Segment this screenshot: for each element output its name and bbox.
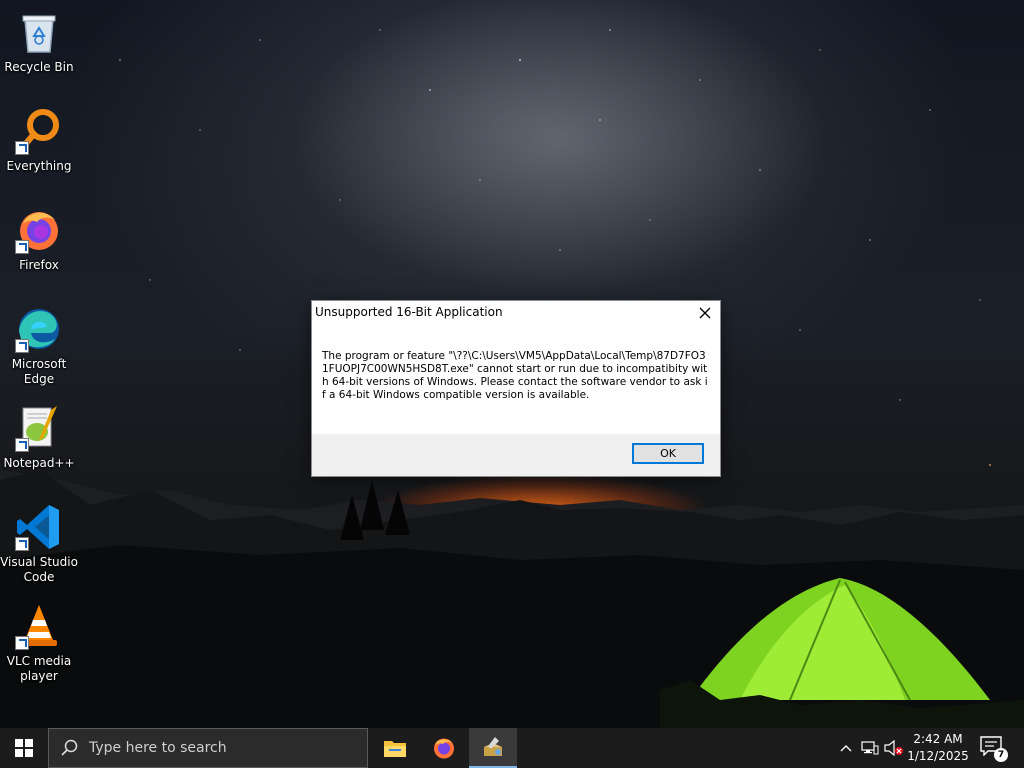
shortcut-arrow-icon bbox=[15, 339, 29, 353]
close-icon bbox=[699, 307, 711, 319]
dialog-title: Unsupported 16-Bit Application bbox=[315, 305, 503, 319]
firefox-icon bbox=[434, 738, 454, 759]
desktop-icon-notepadpp[interactable]: Notepad++ bbox=[0, 404, 78, 471]
desktop-icon-label: Microsoft Edge bbox=[11, 357, 67, 386]
dialog-close-button[interactable] bbox=[690, 301, 720, 325]
desktop-icon-label: Firefox bbox=[19, 258, 59, 272]
taskbar-search-box[interactable]: Type here to search bbox=[48, 728, 368, 768]
taskbar-installer-app[interactable] bbox=[469, 728, 517, 768]
chevron-up-icon bbox=[840, 745, 852, 752]
shortcut-arrow-icon bbox=[15, 438, 29, 452]
desktop-icon-firefox[interactable]: Firefox bbox=[0, 206, 78, 273]
installer-icon bbox=[484, 737, 502, 756]
windows-logo-icon bbox=[15, 739, 33, 757]
shortcut-arrow-icon bbox=[15, 240, 29, 254]
desktop-icon-label: VLC media player bbox=[6, 654, 72, 683]
ok-button[interactable]: OK bbox=[632, 443, 704, 464]
taskbar: Type here to search 2:42 AM 1/12/2025 7 bbox=[0, 728, 1024, 768]
desktop-icon-label: Notepad++ bbox=[3, 456, 75, 470]
file-explorer-icon bbox=[384, 741, 406, 757]
desktop-icon-vlc[interactable]: VLC media player bbox=[0, 602, 78, 684]
shortcut-arrow-icon bbox=[15, 141, 29, 155]
desktop-icon-everything[interactable]: Everything bbox=[0, 107, 78, 174]
desktop-icon-recycle-bin[interactable]: Recycle Bin bbox=[0, 8, 78, 75]
action-center-button[interactable]: 7 bbox=[980, 736, 1008, 762]
dialog-message: The program or feature "\??\C:\Users\VM5… bbox=[322, 350, 708, 401]
desktop-icon-label: Everything bbox=[6, 159, 72, 173]
recycle-bin-icon bbox=[22, 15, 56, 53]
taskbar-file-explorer[interactable] bbox=[371, 728, 419, 768]
clock-time: 2:42 AM bbox=[913, 732, 963, 746]
unsupported-app-dialog: Unsupported 16-Bit Application The progr… bbox=[311, 300, 721, 477]
clock-date: 1/12/2025 bbox=[907, 749, 969, 763]
volume-button[interactable] bbox=[884, 738, 904, 758]
desktop-icon-label: Recycle Bin bbox=[4, 60, 74, 74]
dialog-footer: OK bbox=[312, 434, 720, 476]
search-placeholder: Type here to search bbox=[89, 740, 227, 756]
shortcut-arrow-icon bbox=[15, 537, 29, 551]
show-hidden-icons-button[interactable] bbox=[836, 738, 856, 758]
taskbar-firefox[interactable] bbox=[420, 728, 468, 768]
desktop-icon-vscode[interactable]: Visual Studio Code bbox=[0, 503, 78, 585]
desktop-icon-edge[interactable]: Microsoft Edge bbox=[0, 305, 78, 387]
volume-muted-icon bbox=[884, 740, 903, 756]
taskbar-clock[interactable]: 2:42 AM 1/12/2025 bbox=[902, 731, 974, 765]
network-button[interactable] bbox=[860, 738, 880, 758]
notification-count-badge: 7 bbox=[994, 748, 1008, 762]
desktop-icon-label: Visual Studio Code bbox=[0, 555, 78, 584]
network-icon bbox=[861, 741, 879, 755]
shortcut-arrow-icon bbox=[15, 636, 29, 650]
start-button[interactable] bbox=[0, 728, 48, 768]
search-icon bbox=[61, 739, 78, 756]
